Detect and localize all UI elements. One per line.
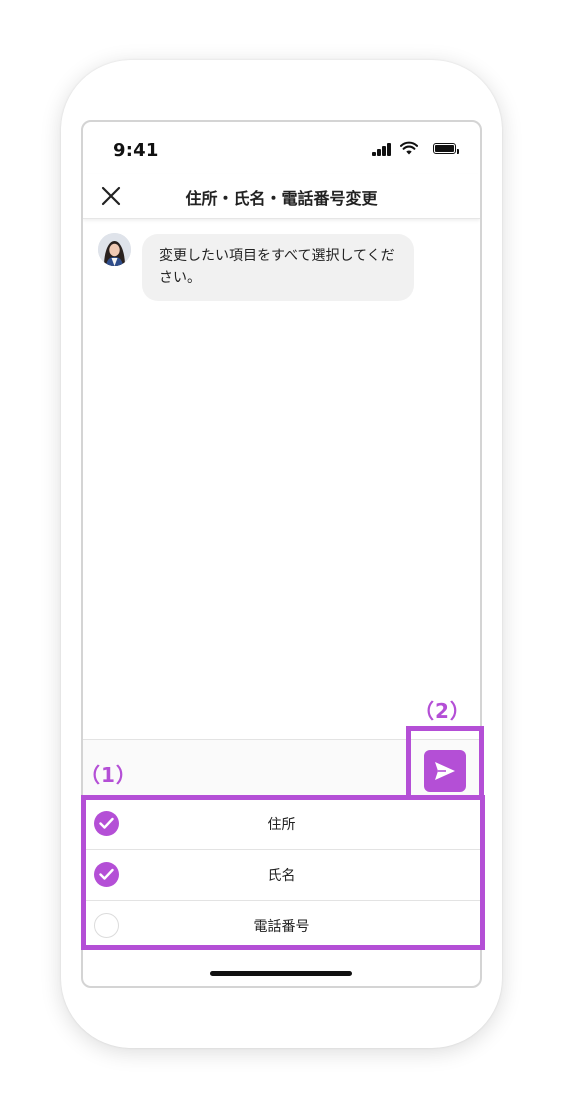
annotation-label-1: （1） (80, 763, 137, 787)
page-title: 住所・氏名・電話番号変更 (185, 189, 378, 208)
wifi-icon (400, 141, 418, 155)
status-bar: 9:41 (83, 122, 480, 174)
send-highlight-box (406, 726, 484, 800)
home-indicator (210, 971, 352, 976)
cellular-signal-icon (372, 142, 394, 156)
status-time: 9:41 (113, 140, 159, 161)
avatar (98, 233, 131, 266)
options-highlight-box (81, 795, 485, 950)
bot-message-bubble: 変更したい項目をすべて選択してください。 (142, 234, 414, 301)
battery-icon (433, 143, 459, 154)
navigation-bar: 住所・氏名・電話番号変更 (83, 174, 480, 219)
chat-area: 変更したい項目をすべて選択してください。 (83, 219, 480, 739)
annotation-label-2: （2） (414, 699, 471, 723)
